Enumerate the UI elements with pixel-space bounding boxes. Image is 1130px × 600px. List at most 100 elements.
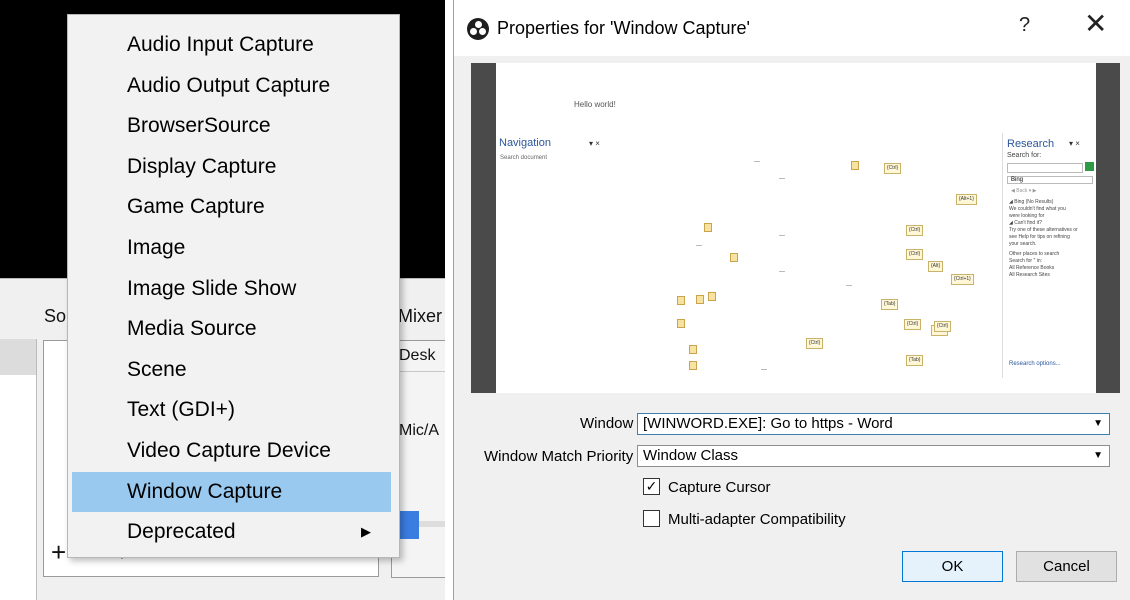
captured-word-document: Hello world! Navigation ▾ × Search docum… — [496, 63, 1096, 393]
add-source-button[interactable]: + — [51, 537, 66, 567]
field-code: {Ctrl} — [806, 338, 824, 349]
research-result-line: Try one of these alternatives or — [1009, 227, 1078, 233]
window-label: Window — [580, 415, 634, 432]
field-code: {Ctrl} — [884, 163, 902, 174]
document-dash — [779, 235, 785, 236]
checkmark-icon: ✓ — [645, 478, 658, 494]
field-code: {Ctrl} — [906, 225, 924, 236]
menu-item-audio-output-capture[interactable]: Audio Output Capture — [72, 66, 391, 106]
scene-row[interactable] — [0, 339, 36, 375]
research-result-line: see Help for tips on refining — [1009, 234, 1070, 240]
dialog-title: Properties for 'Window Capture' — [497, 18, 750, 38]
menu-item-image[interactable]: Image — [72, 228, 391, 268]
research-result-line: were looking for — [1009, 213, 1045, 219]
multi-adapter-label: Multi-adapter Compatibility — [668, 511, 846, 528]
menu-item-label: Display Capture — [127, 155, 277, 178]
field-code: {Tab} — [881, 299, 899, 310]
research-search-label: Search for: — [1007, 152, 1042, 159]
research-pane-title: Research — [1007, 138, 1055, 150]
menu-item-label: Image — [127, 236, 186, 259]
menu-item-label: Media Source — [127, 317, 257, 340]
field-marker-icon — [696, 295, 704, 304]
document-dash — [696, 245, 702, 246]
menu-item-text-gdi[interactable]: Text (GDI+) — [72, 390, 391, 430]
menu-item-media-source[interactable]: Media Source — [72, 309, 391, 349]
field-marker-icon — [689, 345, 697, 354]
menu-item-label: Audio Output Capture — [127, 74, 331, 97]
menu-item-display-capture[interactable]: Display Capture — [72, 147, 391, 187]
navigation-search: Search document — [500, 155, 548, 161]
obs-logo-icon — [467, 18, 489, 40]
navigation-pane-controls: ▾ × — [589, 139, 600, 148]
research-pane: Research ▾ × Search for: Bing ◀ Back ▾ ▶… — [1002, 133, 1096, 378]
menu-item-label: Image Slide Show — [127, 277, 297, 300]
field-code: {Tab} — [906, 355, 924, 366]
document-dash — [779, 178, 785, 179]
research-result-line: All Research Sites — [1009, 272, 1050, 278]
dialog-titlebar[interactable]: Properties for 'Window Capture' ? ✕ — [454, 0, 1130, 56]
menu-item-label: Window Capture — [127, 480, 283, 503]
research-options-link: Research options... — [1009, 361, 1061, 367]
research-pane-controls: ▾ × — [1069, 139, 1080, 148]
add-source-menu: Audio Input Capture Audio Output Capture B… — [67, 14, 400, 558]
menu-item-label: Game Capture — [127, 195, 265, 218]
menu-item-audio-input-capture[interactable]: Audio Input Capture — [72, 25, 391, 65]
window-preview: Hello world! Navigation ▾ × Search docum… — [471, 63, 1120, 393]
menu-item-window-capture[interactable]: Window Capture — [72, 472, 391, 512]
menu-item-browsersource[interactable]: BrowserSource — [72, 106, 391, 146]
research-result-line: All Reference Books — [1009, 265, 1055, 271]
field-code: {Ctrl} — [906, 249, 924, 260]
research-nav: ◀ Back ▾ ▶ — [1011, 188, 1037, 194]
help-button[interactable]: ? — [1019, 14, 1030, 37]
window-select-value: [WINWORD.EXE]: Go to https - Word — [643, 415, 893, 432]
window-select[interactable]: [WINWORD.EXE]: Go to https - Word ▼ — [637, 413, 1110, 435]
field-code: {Alt} — [928, 261, 944, 272]
capture-cursor-label: Capture Cursor — [668, 479, 771, 496]
ok-button[interactable]: OK — [902, 551, 1003, 582]
menu-item-label: BrowserSource — [127, 114, 271, 137]
field-marker-icon — [677, 296, 685, 305]
properties-dialog: Properties for 'Window Capture' ? ✕ Hell… — [453, 0, 1130, 600]
window-match-priority-select[interactable]: Window Class ▼ — [637, 445, 1110, 467]
menu-item-label: Deprecated — [127, 520, 236, 543]
menu-item-deprecated[interactable]: Deprecated ▶ — [72, 512, 391, 552]
field-code: {Ctrl} — [904, 319, 922, 330]
research-result-line: Other places to search — [1009, 251, 1060, 257]
window-match-priority-value: Window Class — [643, 447, 739, 464]
field-marker-icon — [730, 253, 738, 262]
menu-item-game-capture[interactable]: Game Capture — [72, 187, 391, 227]
cancel-button[interactable]: Cancel — [1016, 551, 1117, 582]
research-result-line: your search. — [1009, 241, 1037, 247]
menu-item-label: Scene — [127, 358, 187, 381]
menu-item-label: Audio Input Capture — [127, 33, 314, 56]
research-result-line: Search for '' in: — [1009, 258, 1043, 264]
volume-slider[interactable] — [419, 521, 445, 527]
research-source: Bing — [1007, 176, 1093, 184]
sources-dock-title: So — [44, 306, 67, 326]
research-go-icon — [1085, 162, 1094, 171]
field-marker-icon — [708, 292, 716, 301]
chevron-down-icon: ▼ — [1093, 418, 1103, 429]
research-result-line: ◢ Bing (No Results) — [1009, 199, 1054, 205]
document-dash — [754, 161, 760, 162]
field-marker-icon — [851, 161, 859, 170]
document-text: Hello world! — [574, 100, 616, 109]
research-search-box — [1007, 163, 1083, 173]
volume-meter — [399, 511, 419, 539]
chevron-right-icon: ▶ — [361, 524, 371, 539]
document-dash — [779, 271, 785, 272]
field-code: {Alt+1} — [956, 194, 977, 205]
menu-item-scene[interactable]: Scene — [72, 350, 391, 390]
menu-item-label: Video Capture Device — [127, 439, 331, 462]
scenes-list[interactable] — [0, 339, 37, 600]
multi-adapter-checkbox[interactable] — [643, 510, 660, 527]
close-button[interactable]: ✕ — [1084, 10, 1107, 38]
research-result-line: ◢ Can't find it? — [1009, 220, 1042, 226]
research-result-line: We couldn't find what you — [1009, 206, 1066, 212]
menu-item-image-slide-show[interactable]: Image Slide Show — [72, 269, 391, 309]
window-match-priority-label: Window Match Priority — [484, 448, 634, 465]
capture-cursor-checkbox[interactable]: ✓ — [643, 478, 660, 495]
menu-item-video-capture-device[interactable]: Video Capture Device — [72, 431, 391, 471]
navigation-pane: Navigation ▾ × Search document — [496, 133, 616, 388]
menu-item-label: Text (GDI+) — [127, 398, 235, 421]
